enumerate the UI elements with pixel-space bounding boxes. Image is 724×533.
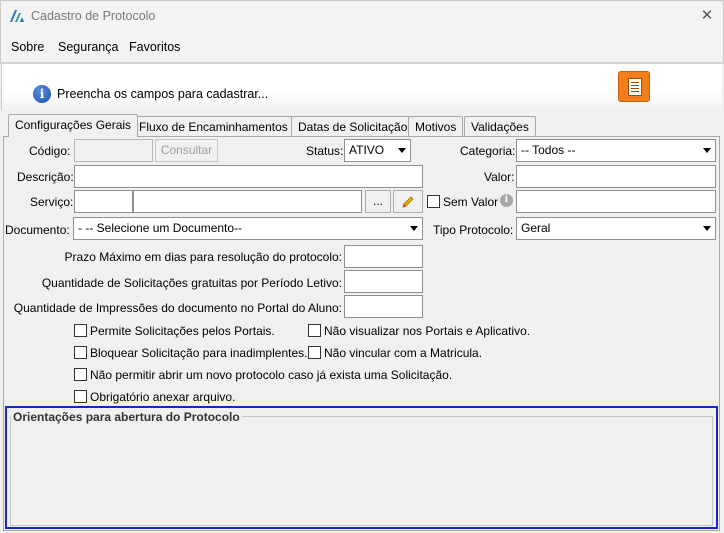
codigo-label: Código: <box>29 144 71 158</box>
nao-vincular-matricula-checkbox[interactable] <box>308 346 321 359</box>
tipo-protocolo-select-value: Geral <box>521 221 551 235</box>
servico-code-field[interactable] <box>74 190 133 213</box>
info-message: Preencha os campos para cadastrar... <box>57 87 269 101</box>
info-icon: i <box>33 85 51 103</box>
chevron-down-icon <box>703 226 711 231</box>
tipo-protocolo-select[interactable]: Geral <box>516 217 716 240</box>
servico-name-field[interactable] <box>133 190 362 213</box>
menu-item-sobre[interactable]: Sobre <box>11 40 44 54</box>
bloquear-inadimplentes-label: Bloquear Solicitação para inadimplentes. <box>90 346 308 360</box>
nao-vincular-matricula-label: Não vincular com a Matricula. <box>324 346 483 360</box>
servico-label: Serviço: <box>30 195 74 209</box>
bloquear-inadimplentes-checkbox[interactable] <box>74 346 87 359</box>
valor-field[interactable] <box>516 165 716 188</box>
categoria-select-value: -- Todos -- <box>521 143 576 157</box>
categoria-label: Categoria: <box>460 144 516 158</box>
consultar-button[interactable]: Consultar <box>155 139 218 162</box>
document-icon <box>628 78 642 96</box>
tab-datas-solicitacao[interactable]: Datas de Solicitação <box>291 116 415 136</box>
status-select-value: ATIVO <box>349 143 385 157</box>
qtd-solicitacoes-label: Quantidade de Solicitações gratuitas por… <box>41 276 342 290</box>
tab-fluxo-encaminhamentos[interactable]: Fluxo de Encaminhamentos <box>132 116 295 136</box>
valor-label: Valor: <box>484 170 515 184</box>
nao-visualizar-checkbox[interactable] <box>308 324 321 337</box>
tab-motivos[interactable]: Motivos <box>408 116 464 136</box>
documento-select-value: - -- Selecione um Documento-- <box>78 221 243 235</box>
menu-item-seguranca[interactable]: Segurança <box>58 40 118 54</box>
nao-permitir-novo-protocolo-label: Não permitir abrir um novo protocolo cas… <box>90 368 453 382</box>
documento-select[interactable]: - -- Selecione um Documento-- <box>73 217 423 240</box>
status-select[interactable]: ATIVO <box>344 139 411 162</box>
groupbox-divider <box>236 416 713 417</box>
obrigatorio-anexar-checkbox[interactable] <box>74 390 87 403</box>
descricao-label: Descrição: <box>17 170 74 184</box>
chevron-down-icon <box>398 148 406 153</box>
pencil-icon <box>402 196 414 208</box>
sem-valor-field[interactable] <box>516 190 716 213</box>
orientacoes-legend: Orientações para abertura do Protocolo <box>13 410 242 424</box>
tab-validacoes[interactable]: Validações <box>464 116 536 136</box>
qtd-impressoes-field[interactable] <box>344 295 423 318</box>
status-label: Status: <box>306 144 344 158</box>
qtd-solicitacoes-field[interactable] <box>344 270 423 293</box>
categoria-select[interactable]: -- Todos -- <box>516 139 716 162</box>
chevron-down-icon <box>703 148 711 153</box>
permite-solicitacoes-label: Permite Solicitações pelos Portais. <box>90 324 275 338</box>
sem-valor-label: Sem Valor <box>443 195 499 209</box>
document-list-button[interactable] <box>618 71 650 102</box>
codigo-field[interactable] <box>74 139 153 162</box>
menu-item-favoritos[interactable]: Favoritos <box>129 40 180 54</box>
sem-valor-checkbox[interactable] <box>427 195 440 208</box>
nao-visualizar-label: Não visualizar nos Portais e Aplicativo. <box>324 324 531 338</box>
chevron-down-icon <box>410 226 418 231</box>
app-logo-icon <box>10 10 24 22</box>
help-icon[interactable]: i <box>500 194 513 207</box>
prazo-field[interactable] <box>344 245 423 268</box>
documento-label: Documento: <box>5 223 70 237</box>
edit-servico-button[interactable] <box>393 190 423 213</box>
nao-permitir-novo-protocolo-checkbox[interactable] <box>74 368 87 381</box>
servico-search-button[interactable]: ... <box>365 190 391 213</box>
tab-configuracoes-gerais[interactable]: Configurações Gerais <box>8 114 139 137</box>
tipo-protocolo-label: Tipo Protocolo: <box>433 223 514 237</box>
window-title: Cadastro de Protocolo <box>31 9 156 23</box>
prazo-label: Prazo Máximo em dias para resolução do p… <box>64 250 342 264</box>
obrigatorio-anexar-label: Obrigatório anexar arquivo. <box>90 390 236 404</box>
permite-solicitacoes-checkbox[interactable] <box>74 324 87 337</box>
descricao-field[interactable] <box>74 165 423 188</box>
close-icon[interactable]: ✕ <box>696 6 718 26</box>
orientacoes-textarea[interactable] <box>10 416 713 526</box>
qtd-impressoes-label: Quantidade de Impressões do documento no… <box>13 301 342 315</box>
